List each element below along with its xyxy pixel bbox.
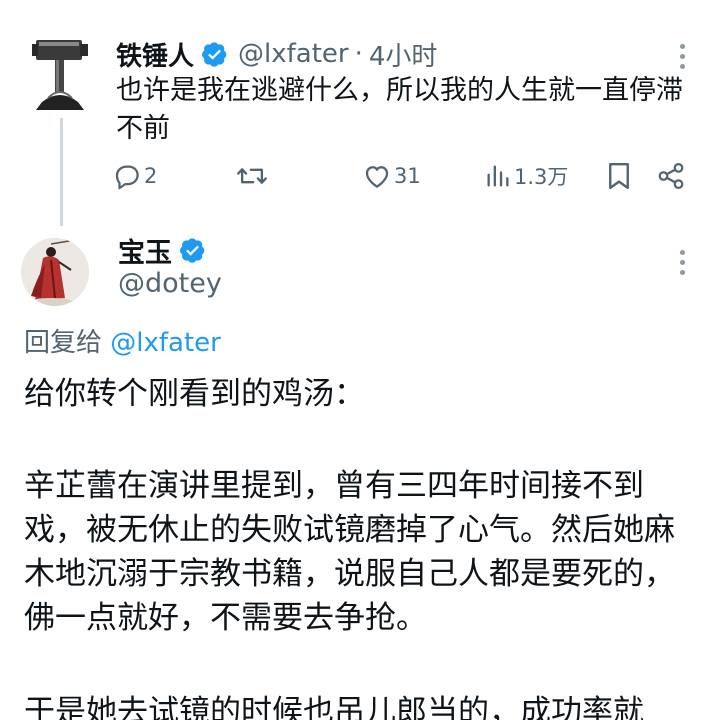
replying-to-prefix: 回复给 xyxy=(24,328,103,358)
like-button[interactable]: 31 xyxy=(362,158,421,194)
reply-handle[interactable]: @dotey xyxy=(118,268,222,299)
share-icon xyxy=(658,163,684,189)
replying-to-line: 回复给 @lxfater xyxy=(24,322,221,359)
separator-dot: · xyxy=(354,39,363,69)
reply-author-name-row: 宝玉 xyxy=(118,231,206,270)
view-count: 1.3万 xyxy=(514,165,569,189)
replying-to-mention[interactable]: @lxfater xyxy=(110,328,221,358)
parent-tweet-text: 也许是我在逃避什么，所以我的人生就一直停滞不前 xyxy=(116,75,683,144)
reply-icon xyxy=(115,165,139,190)
verified-badge-icon xyxy=(202,42,227,67)
bookmark-icon xyxy=(609,162,629,190)
avatar-dotey[interactable] xyxy=(21,238,89,306)
reply-paragraph-1: 辛芷蕾在演讲里提到，曾有三四年时间接不到戏，被无休止的失败试镜磨掉了心气。然后她… xyxy=(24,468,675,636)
like-count: 31 xyxy=(394,164,421,188)
reply-tweet-body: 给你转个刚看到的鸡汤： 辛芷蕾在演讲里提到，曾有三四年时间接不到戏，被无休止的失… xyxy=(24,372,704,720)
reply-intro-text: 给你转个刚看到的鸡汤： xyxy=(24,376,365,412)
parent-action-bar: 2 31 1.3万 xyxy=(112,158,692,194)
parent-handle[interactable]: @lxfater xyxy=(238,39,349,69)
tweet-thread-view: 铁锤人 @lxfater · 4小时 也许是我在逃避什么，所以我的人生就一直停滞… xyxy=(0,0,720,720)
parent-display-name[interactable]: 铁锤人 xyxy=(116,36,194,73)
avatar-illustration xyxy=(21,238,89,306)
views-chart-icon xyxy=(487,165,509,187)
thread-connector-line xyxy=(60,118,63,226)
hammer-icon xyxy=(32,40,88,110)
bookmark-button[interactable] xyxy=(606,158,632,194)
reply-more-options-icon[interactable] xyxy=(679,250,687,278)
parent-more-options-icon[interactable] xyxy=(679,44,687,72)
avatar-lxfater[interactable] xyxy=(30,36,92,112)
reply-count: 2 xyxy=(144,164,158,188)
retweet-icon xyxy=(237,168,267,184)
reply-paragraph-2: 于是她去试镜的时候也吊儿郎当的，成功率就 xyxy=(24,694,644,720)
retweet-button[interactable] xyxy=(236,158,270,194)
reply-display-name[interactable]: 宝玉 xyxy=(118,231,172,270)
share-button[interactable] xyxy=(656,158,686,194)
heart-icon xyxy=(365,166,389,188)
parent-tweet-header: 铁锤人 @lxfater · 4小时 xyxy=(116,36,437,72)
parent-timestamp[interactable]: 4小时 xyxy=(369,36,438,73)
views-button[interactable]: 1.3万 xyxy=(484,158,568,194)
reply-button[interactable]: 2 xyxy=(112,158,157,194)
verified-badge-icon xyxy=(180,238,205,263)
